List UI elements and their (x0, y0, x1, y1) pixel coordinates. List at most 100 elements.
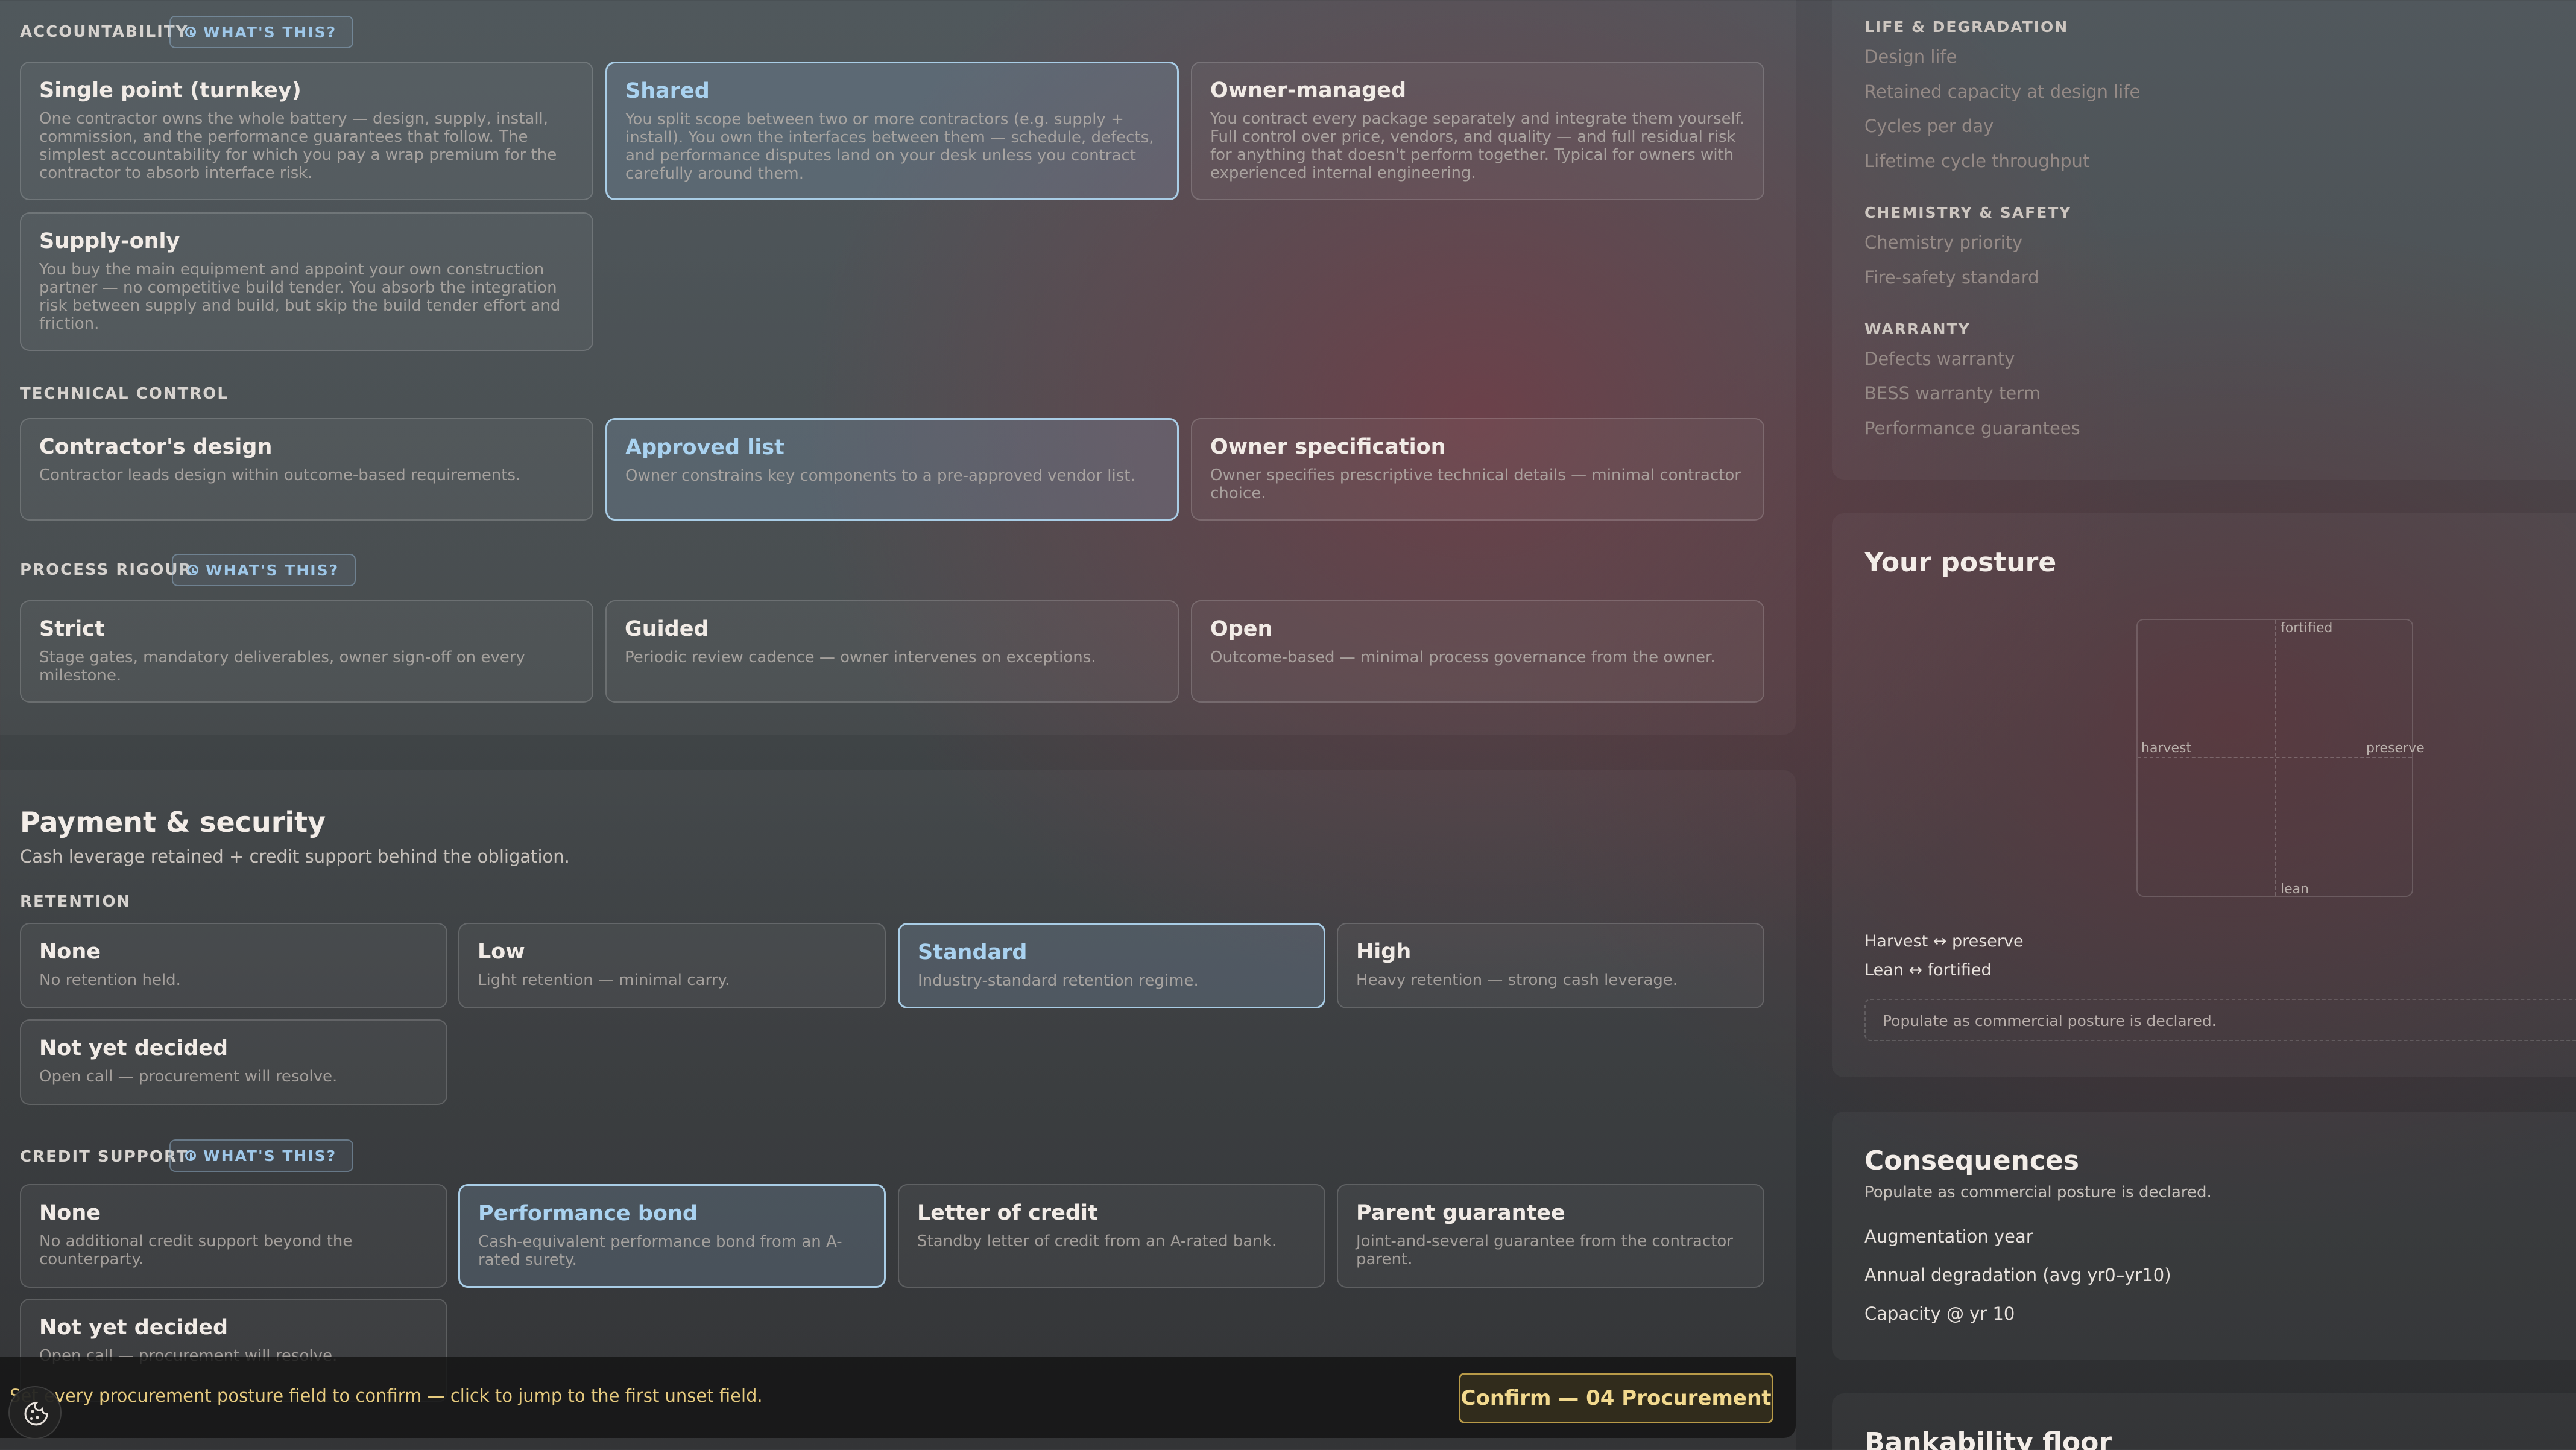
checklist-item[interactable]: Lifetime cycle throughput (1864, 151, 2089, 171)
axis-label-left: harvest (2141, 741, 2192, 756)
option-title: None (39, 940, 101, 964)
checklist-panel: LIFE & DEGRADATION Design life Retained … (1832, 0, 2576, 480)
checklist-heading: CHEMISTRY & SAFETY (1864, 204, 2072, 221)
option-title: Not yet decided (39, 1036, 229, 1060)
option-desc: Industry-standard retention regime. (918, 972, 1199, 990)
option-retention-undecided[interactable]: Not yet decided Open call — procurement … (20, 1019, 447, 1105)
option-desc: You buy the main equipment and appoint y… (39, 261, 561, 333)
process-rigour-label: PROCESS RIGOUR (20, 561, 192, 579)
info-icon (185, 27, 196, 37)
option-title: Guided (625, 617, 709, 641)
option-retention-standard[interactable]: Standard Industry-standard retention reg… (898, 923, 1325, 1008)
option-shared[interactable]: Shared You split scope between two or mo… (605, 62, 1179, 200)
option-performance-bond[interactable]: Performance bond Cash-equivalent perform… (458, 1184, 886, 1288)
option-approved-list[interactable]: Approved list Owner constrains key compo… (605, 418, 1179, 521)
option-open[interactable]: Open Outcome-based — minimal process gov… (1191, 600, 1764, 703)
option-credit-none[interactable]: None No additional credit support beyond… (20, 1184, 447, 1288)
option-desc: Standby letter of credit from an A-rated… (917, 1232, 1277, 1250)
checklist-item[interactable]: Chemistry priority (1864, 232, 2022, 253)
posture-legend-1: Harvest ↔ preserve (1864, 932, 2024, 951)
option-desc: One contractor owns the whole battery — … (39, 110, 557, 182)
cookie-settings-button[interactable] (8, 1386, 62, 1439)
option-desc: Light retention — minimal carry. (478, 971, 730, 989)
consequence-item: Augmentation year (1864, 1226, 2033, 1247)
accountability-help-button[interactable]: WHAT'S THIS? (169, 16, 354, 48)
help-label: WHAT'S THIS? (203, 1147, 337, 1165)
option-owner-specification[interactable]: Owner specification Owner specifies pres… (1191, 418, 1764, 521)
option-owner-managed[interactable]: Owner-managed You contract every package… (1191, 62, 1764, 200)
checklist-heading: LIFE & DEGRADATION (1864, 18, 2069, 36)
option-title: Strict (39, 617, 105, 641)
option-title: Performance bond (478, 1201, 698, 1226)
checklist-item[interactable]: Cycles per day (1864, 116, 1994, 136)
help-label: WHAT'S THIS? (203, 23, 337, 41)
payment-section-subtitle: Cash leverage retained + credit support … (20, 846, 570, 867)
axis-label-top: fortified (2281, 621, 2333, 636)
rigour-help-button[interactable]: WHAT'S THIS? (172, 554, 356, 586)
option-guided[interactable]: Guided Periodic review cadence — owner i… (605, 600, 1179, 703)
option-title: Single point (turnkey) (39, 78, 301, 103)
option-desc: Heavy retention — strong cash leverage. (1356, 971, 1678, 989)
option-desc: No retention held. (39, 971, 181, 989)
option-title: Shared (625, 79, 710, 103)
option-desc: Open call — procurement will resolve. (39, 1068, 338, 1086)
confirm-procurement-button[interactable]: Confirm — 04 Procurement (1459, 1373, 1773, 1423)
option-desc: Owner constrains key components to a pre… (625, 467, 1135, 485)
option-letter-of-credit[interactable]: Letter of credit Standby letter of credi… (898, 1184, 1325, 1288)
payment-section-title: Payment & security (20, 806, 326, 838)
credit-help-button[interactable]: WHAT'S THIS? (169, 1139, 354, 1172)
info-icon (188, 565, 198, 575)
checklist-item[interactable]: Design life (1864, 46, 1957, 67)
confirm-bar: Set every procurement posture field to c… (0, 1357, 1796, 1438)
bankability-title: Bankability floor (1864, 1427, 2112, 1450)
option-title: None (39, 1201, 101, 1225)
axis-label-bottom: lean (2281, 882, 2309, 897)
technical-control-label: TECHNICAL CONTROL (20, 385, 229, 403)
checklist-item[interactable]: BESS warranty term (1864, 383, 2041, 404)
option-title: Low (478, 940, 525, 964)
checklist-item[interactable]: Performance guarantees (1864, 418, 2080, 438)
option-title: Supply-only (39, 229, 180, 253)
posture-title: Your posture (1864, 547, 2057, 578)
option-parent-guarantee[interactable]: Parent guarantee Joint-and-several guara… (1337, 1184, 1764, 1288)
option-contractors-design[interactable]: Contractor's design Contractor leads des… (20, 418, 593, 521)
cookie-icon (24, 1402, 48, 1426)
option-title: Owner-managed (1210, 78, 1406, 103)
option-title: Parent guarantee (1356, 1201, 1565, 1225)
help-label: WHAT'S THIS? (206, 561, 339, 579)
option-title: Owner specification (1210, 435, 1446, 459)
option-desc: Joint-and-several guarantee from the con… (1356, 1232, 1733, 1268)
checklist-item[interactable]: Fire-safety standard (1864, 267, 2039, 288)
option-title: Open (1210, 617, 1273, 641)
option-title: Approved list (625, 435, 784, 460)
option-desc: Stage gates, mandatory deliverables, own… (39, 648, 525, 685)
posture-hint: Populate as commercial posture is declar… (1864, 999, 2576, 1041)
option-desc: You split scope between two or more cont… (625, 110, 1154, 183)
option-desc: Outcome-based — minimal process governan… (1210, 648, 1716, 666)
retention-label: RETENTION (20, 893, 131, 911)
consequence-item: Annual degradation (avg yr0–yr10) (1864, 1265, 2171, 1285)
bankability-panel: Bankability floor (1832, 1393, 2576, 1450)
plot-horizontal-axis (2138, 757, 2412, 758)
option-title: Standard (918, 940, 1028, 964)
option-strict[interactable]: Strict Stage gates, mandatory deliverabl… (20, 600, 593, 703)
option-desc: Periodic review cadence — owner interven… (625, 648, 1096, 666)
option-supply-only[interactable]: Supply-only You buy the main equipment a… (20, 212, 593, 351)
consequence-item: Capacity @ yr 10 (1864, 1303, 2015, 1324)
option-title: High (1356, 940, 1412, 964)
credit-support-label: CREDIT SUPPORT (20, 1148, 189, 1166)
option-title: Contractor's design (39, 435, 273, 459)
checklist-item[interactable]: Defects warranty (1864, 349, 2015, 369)
option-retention-low[interactable]: Low Light retention — minimal carry. (458, 923, 886, 1008)
axis-label-right: preserve (2366, 741, 2425, 756)
option-desc: You contract every package separately an… (1210, 110, 1745, 182)
option-retention-none[interactable]: None No retention held. (20, 923, 447, 1008)
confirm-jump-link[interactable]: Set every procurement posture field to c… (10, 1385, 763, 1406)
option-single-point[interactable]: Single point (turnkey) One contractor ow… (20, 62, 593, 200)
checklist-item[interactable]: Retained capacity at design life (1864, 81, 2140, 102)
posture-legend-2: Lean ↔ fortified (1864, 961, 1992, 980)
checklist-heading: WARRANTY (1864, 320, 1971, 338)
option-desc: Owner specifies prescriptive technical d… (1210, 466, 1741, 502)
option-retention-high[interactable]: High Heavy retention — strong cash lever… (1337, 923, 1764, 1008)
accountability-label: ACCOUNTABILITY (20, 23, 189, 41)
